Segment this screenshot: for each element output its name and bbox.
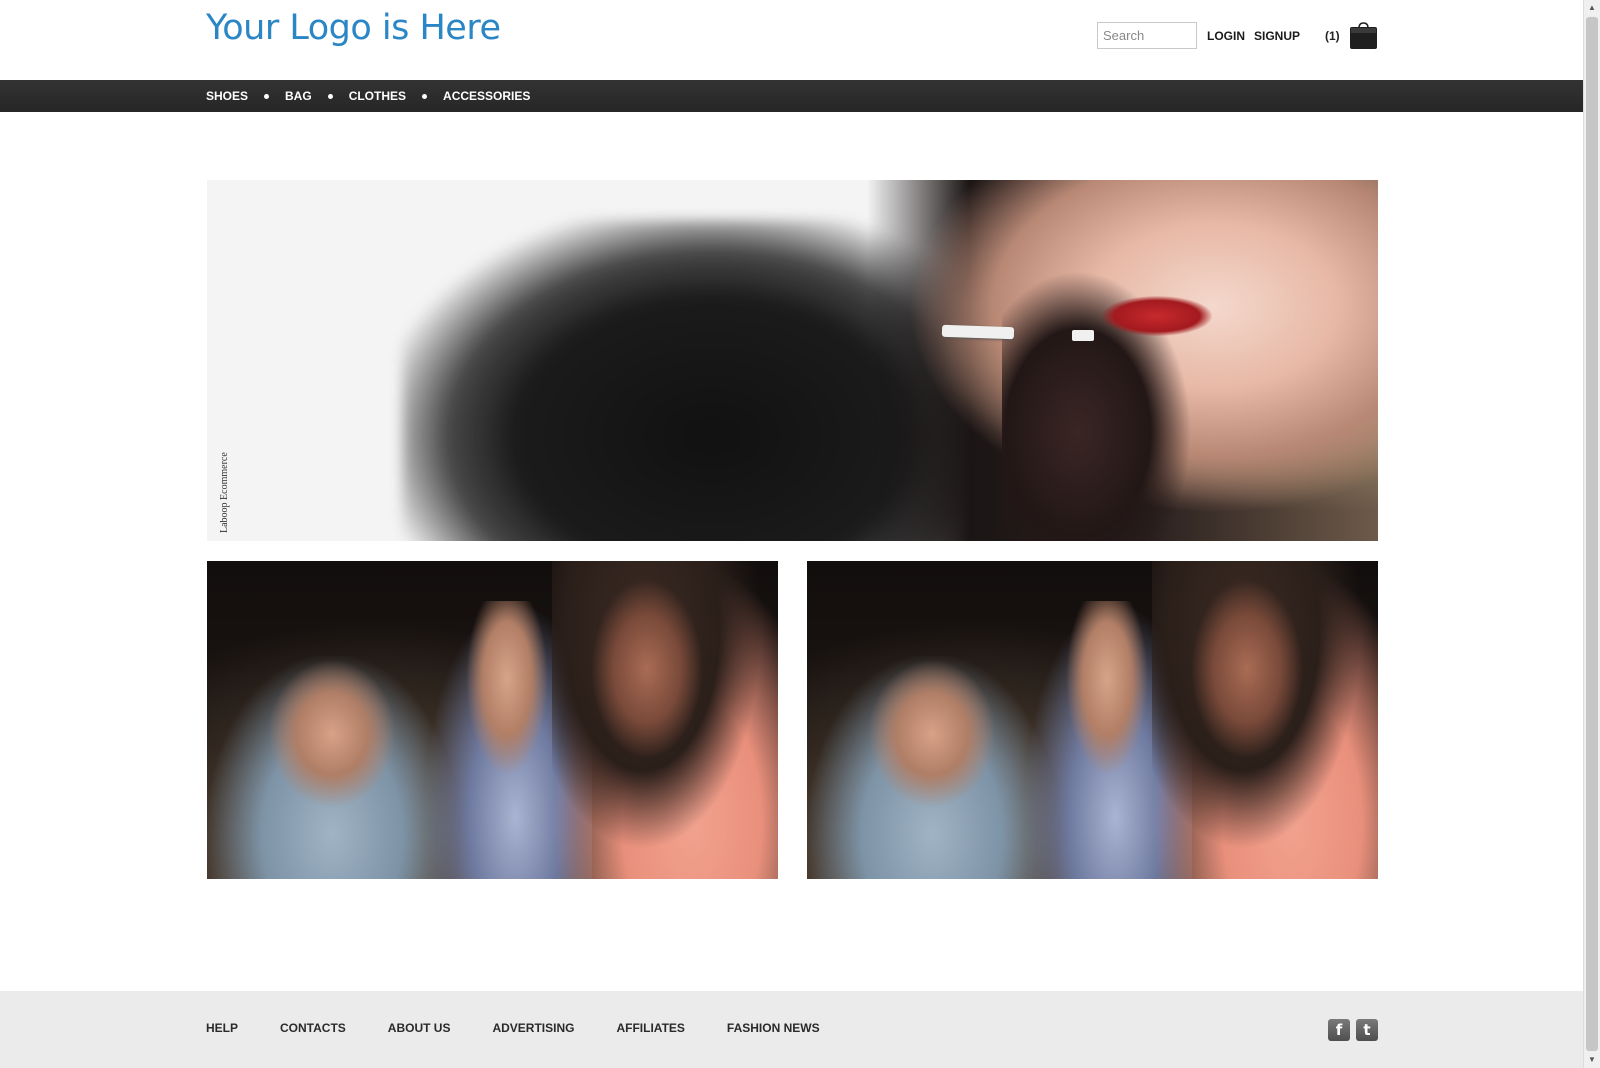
nav-separator (422, 93, 428, 99)
nav-separator (327, 93, 333, 99)
cart-count[interactable]: (1) (1325, 29, 1340, 43)
footer-link-affiliates[interactable]: AFFILIATES (616, 1021, 684, 1035)
facebook-icon[interactable]: f (1328, 1019, 1350, 1041)
nav-separator (264, 93, 270, 99)
twitter-icon[interactable]: t (1356, 1019, 1378, 1041)
nav-item-shoes[interactable]: SHOES (206, 89, 248, 103)
hero-caption-text: Laboop Ecommerce (219, 452, 230, 533)
photo-person-left (807, 656, 1057, 879)
photo-person-right (1152, 561, 1378, 879)
main-nav-bar: SHOES BAG CLOTHES ACCESSORIES (0, 80, 1583, 112)
photo-person-left (207, 656, 457, 879)
scroll-up-arrow-icon[interactable]: ▲ (1584, 0, 1600, 16)
hero-banner-image[interactable]: Laboop Ecommerce (207, 180, 1378, 541)
footer-link-contacts[interactable]: CONTACTS (280, 1021, 346, 1035)
hero-cigarette (941, 324, 1015, 340)
site-header: Your Logo is Here LOGIN SIGNUP (1) (0, 0, 1583, 80)
signup-link[interactable]: SIGNUP (1254, 29, 1300, 43)
scrollbar-thumb[interactable] (1586, 17, 1598, 1051)
nav-item-clothes[interactable]: CLOTHES (349, 89, 406, 103)
promo-image-right[interactable] (807, 561, 1378, 879)
footer-link-fashion-news[interactable]: FASHION NEWS (727, 1021, 820, 1035)
login-link[interactable]: LOGIN (1207, 29, 1245, 43)
scroll-down-arrow-icon[interactable]: ▼ (1584, 1052, 1600, 1068)
hero-cigarette-tip (1072, 330, 1094, 341)
hero-caption: Laboop Ecommerce (207, 443, 230, 533)
promo-image-left[interactable] (207, 561, 778, 879)
nav-item-bag[interactable]: BAG (285, 89, 312, 103)
footer-link-about-us[interactable]: ABOUT US (388, 1021, 451, 1035)
hero-lips (1102, 296, 1212, 336)
footer-link-advertising[interactable]: ADVERTISING (492, 1021, 574, 1035)
footer-nav: HELP CONTACTS ABOUT US ADVERTISING AFFIL… (206, 1021, 862, 1035)
shopping-bag-icon[interactable] (1349, 21, 1378, 50)
footer-link-help[interactable]: HELP (206, 1021, 238, 1035)
search-input[interactable] (1097, 22, 1197, 49)
nav-item-accessories[interactable]: ACCESSORIES (443, 89, 530, 103)
photo-person-right (552, 561, 778, 879)
main-nav: SHOES BAG CLOTHES ACCESSORIES (206, 80, 530, 112)
site-logo[interactable]: Your Logo is Here (206, 8, 501, 48)
vertical-scrollbar[interactable]: ▲ ▼ (1583, 0, 1600, 1068)
